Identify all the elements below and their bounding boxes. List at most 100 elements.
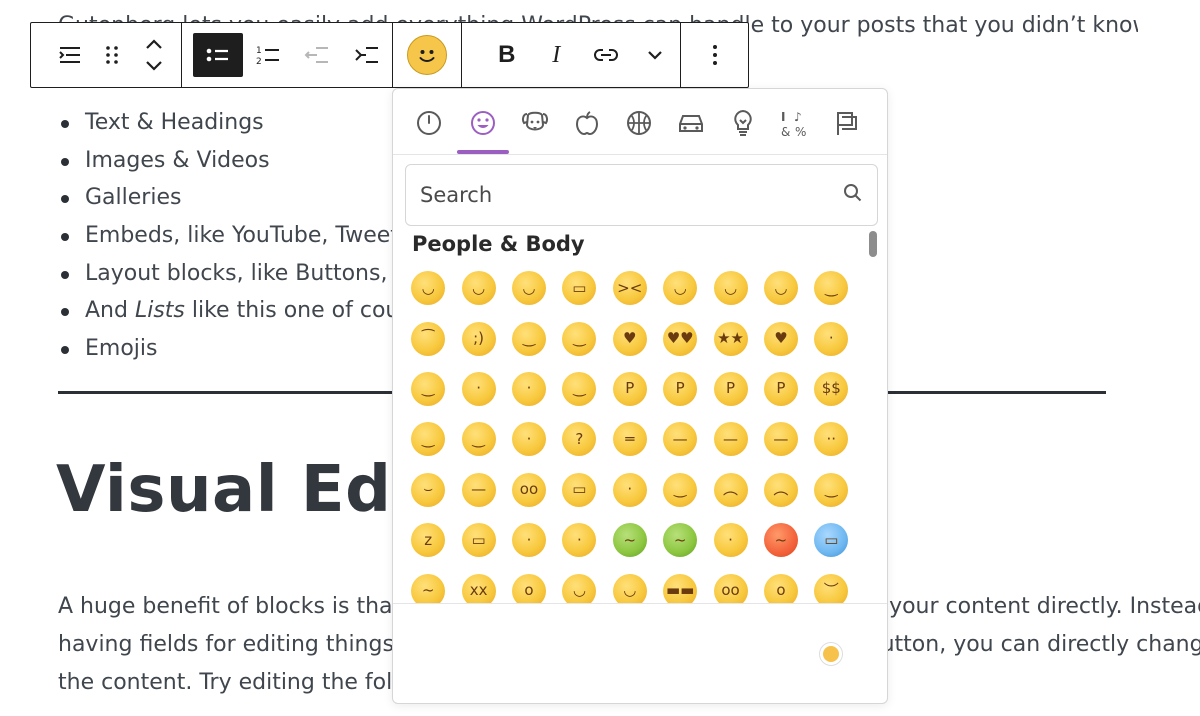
lying-face-icon: · <box>612 472 647 507</box>
emoji-winking-face-tongue[interactable]: P <box>655 364 705 414</box>
emoji-smirking-face[interactable]: ⌣ <box>403 465 453 515</box>
italic-button[interactable]: I <box>532 33 582 77</box>
recent-clock-icon[interactable] <box>407 101 451 145</box>
emoji-exploding-head[interactable]: o <box>504 565 554 603</box>
emoji-nerd-face[interactable]: oo <box>705 565 755 603</box>
emoji-pensive-face[interactable]: ︵ <box>705 465 755 515</box>
list-item[interactable]: Galleries <box>58 179 434 217</box>
emoji-dizzy-face[interactable]: xx <box>453 565 503 603</box>
indent-button[interactable] <box>342 33 392 77</box>
emoji-smiling-face-hearts[interactable]: ♥ <box>605 313 655 363</box>
emoji-nauseated-face[interactable]: ~ <box>605 515 655 565</box>
emoji-rolling-on-floor-laughing[interactable]: ◡ <box>705 263 755 313</box>
scrollbar-thumb[interactable] <box>869 231 877 257</box>
emoji-grimacing-face[interactable]: ▭ <box>554 465 604 515</box>
emoji-face-monocle[interactable]: o <box>756 565 806 603</box>
squinting-face-tongue-icon: P <box>763 371 798 406</box>
emoji-face-medical-mask[interactable]: ▭ <box>453 515 503 565</box>
emoji-money-mouth-face[interactable]: $$ <box>806 364 856 414</box>
emoji-lying-face[interactable]: · <box>605 465 655 515</box>
emoji-upside-down-face[interactable]: ⁀ <box>403 313 453 363</box>
smileys-icon[interactable] <box>461 101 505 145</box>
emoji-smiling-face-halo[interactable]: ‿ <box>554 313 604 363</box>
list-item[interactable]: Images & Videos <box>58 142 434 180</box>
emoji-rolling-eyes[interactable]: oo <box>504 465 554 515</box>
emoji-kissing-face-smiling-eyes[interactable]: · <box>504 364 554 414</box>
move-up-down-icon[interactable] <box>133 33 175 77</box>
emoji-face-head-bandage[interactable]: · <box>554 515 604 565</box>
emoji-thinking-face[interactable]: ? <box>554 414 604 464</box>
outdent-icon <box>304 47 329 63</box>
emoji-scrollbar[interactable] <box>868 229 878 601</box>
emoji-cowboy-hat-face[interactable]: ◡ <box>554 565 604 603</box>
emoji-hugging-face[interactable]: ‿ <box>403 414 453 464</box>
emoji-face-thermometer[interactable]: · <box>504 515 554 565</box>
emoji-slightly-smiling-face[interactable]: ‿ <box>806 263 856 313</box>
emoji-face-blowing-kiss[interactable]: ♥ <box>756 313 806 363</box>
emoji-winking-face[interactable]: ;) <box>453 313 503 363</box>
emoji-sleeping-face[interactable]: z <box>403 515 453 565</box>
list-item[interactable]: And Lists like this one of course <box>58 292 434 330</box>
emoji-grinning-squinting-face[interactable]: >< <box>605 263 655 313</box>
emoji-expressionless-face[interactable]: — <box>756 414 806 464</box>
emoji-star-struck[interactable]: ★★ <box>705 313 755 363</box>
emoji-smiling-face-sunglasses[interactable]: ▬▬ <box>655 565 705 603</box>
emoji-beaming-face[interactable]: ▭ <box>554 263 604 313</box>
emoji-sleepy-face[interactable]: ︵ <box>756 465 806 515</box>
emoji-face-hand-over-mouth[interactable]: ‿ <box>453 414 503 464</box>
emoji-shushing-face[interactable]: · <box>504 414 554 464</box>
emoji-search-input[interactable] <box>420 183 830 207</box>
list-item[interactable]: Layout blocks, like Buttons, Her <box>58 255 434 293</box>
bold-button[interactable]: B <box>482 33 532 77</box>
link-button[interactable] <box>581 33 631 77</box>
emoji-grinning-face-smiling-eyes[interactable]: ◡ <box>504 263 554 313</box>
travel-icon[interactable] <box>669 101 713 145</box>
outdent-button[interactable] <box>293 33 343 77</box>
emoji-tears-of-joy[interactable]: ◡ <box>756 263 806 313</box>
flags-icon[interactable] <box>825 101 869 145</box>
animals-icon[interactable] <box>513 101 557 145</box>
emoji-cold-face[interactable]: ▭ <box>806 515 856 565</box>
emoji-grinning-face[interactable]: ◡ <box>403 263 453 313</box>
emoji-partying-face[interactable]: ◡ <box>605 565 655 603</box>
block-options-button[interactable] <box>693 33 737 77</box>
emoji-zipper-mouth-face[interactable]: ═ <box>605 414 655 464</box>
emoji-neutral-face[interactable]: — <box>705 414 755 464</box>
emoji-face-with-tongue[interactable]: P <box>605 364 655 414</box>
objects-icon[interactable] <box>721 101 765 145</box>
emoji-face-without-mouth[interactable]: ·· <box>806 414 856 464</box>
emoji-smiling-face-smiling-eyes[interactable]: ‿ <box>504 313 554 363</box>
skin-tone-selector[interactable] <box>819 642 843 666</box>
emoji-heart-eyes[interactable]: ♥♥ <box>655 313 705 363</box>
ordered-list-button[interactable]: 12 <box>243 33 293 77</box>
emoji-vomiting-face[interactable]: ~ <box>655 515 705 565</box>
list-item[interactable]: Emojis <box>58 330 434 368</box>
emoji-kissing-face[interactable]: · <box>806 313 856 363</box>
emoji-smiling-face[interactable]: ‿ <box>403 364 453 414</box>
emoji-squinting-face-tongue[interactable]: P <box>756 364 806 414</box>
symbols-icon[interactable]: I ♪ &% <box>773 101 817 145</box>
emoji-woozy-face[interactable]: ~ <box>403 565 453 603</box>
emoji-grinning-face-sweat[interactable]: ◡ <box>655 263 705 313</box>
emoji-unamused-face[interactable]: — <box>453 465 503 515</box>
emoji-hot-face[interactable]: ~ <box>756 515 806 565</box>
emoji-button[interactable] <box>405 33 449 77</box>
list-item[interactable]: Embeds, like YouTube, Tweets, <box>58 217 434 255</box>
more-formats-button[interactable] <box>631 33 681 77</box>
unordered-list-button[interactable] <box>193 33 243 77</box>
activity-icon[interactable] <box>617 101 661 145</box>
drag-handle-icon[interactable] <box>91 33 133 77</box>
emoji-sneezing-face[interactable]: · <box>705 515 755 565</box>
food-icon[interactable] <box>565 101 609 145</box>
emoji-kissing-face-closed-eyes[interactable]: · <box>453 364 503 414</box>
list-item[interactable]: Text & Headings <box>58 104 434 142</box>
list-block-icon[interactable] <box>49 33 91 77</box>
emoji-raised-eyebrow[interactable]: — <box>655 414 705 464</box>
emoji-drooling-face[interactable]: ‿ <box>806 465 856 515</box>
emoji-zany-face[interactable]: P <box>705 364 755 414</box>
bullet-list[interactable]: Text & Headings Images & Videos Gallerie… <box>58 104 434 368</box>
emoji-relieved-face[interactable]: ‿ <box>655 465 705 515</box>
emoji-face-savoring-food[interactable]: ‿ <box>554 364 604 414</box>
emoji-confused-face[interactable]: ︶ <box>806 565 856 603</box>
emoji-grinning-face-big-eyes[interactable]: ◡ <box>453 263 503 313</box>
